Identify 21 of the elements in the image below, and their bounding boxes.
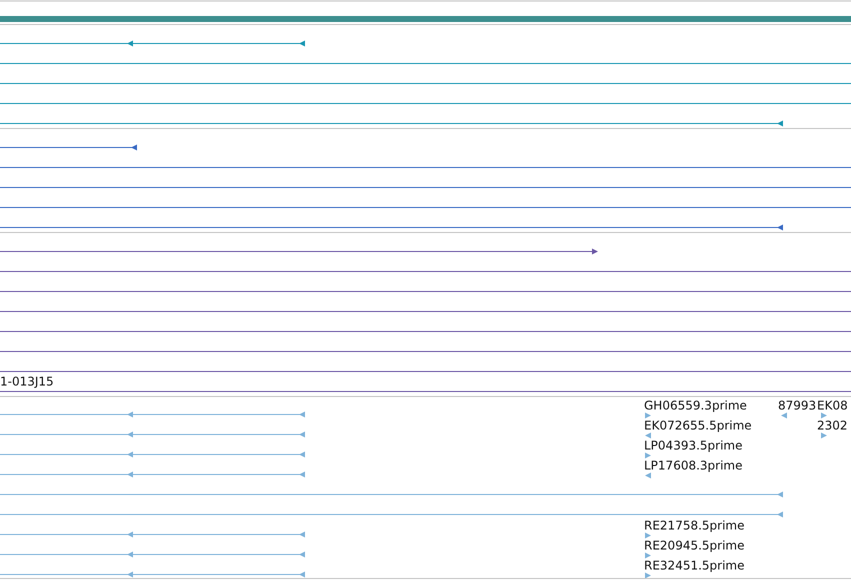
right-arrow-icon	[645, 412, 651, 418]
feature-label: EK072655.5prime	[644, 418, 752, 432]
feature-label: 2302	[817, 418, 848, 432]
feature-label: EK08	[817, 398, 848, 412]
feature-label: LP04393.5prime	[644, 438, 743, 452]
feature-label: 87993	[778, 398, 816, 412]
feature-label: LP17608.3prime	[644, 458, 743, 472]
right-arrow-icon	[645, 452, 651, 458]
right-arrow-icon	[821, 432, 827, 438]
feature-label: RE21758.5prime	[644, 518, 744, 532]
feature-label: GH06559.3prime	[644, 398, 747, 412]
left-arrow-icon	[645, 432, 651, 438]
feature-label: RE20945.5prime	[644, 538, 744, 552]
right-arrow-icon	[645, 552, 651, 558]
left-arrow-icon	[781, 412, 787, 418]
right-arrow-icon	[645, 532, 651, 538]
right-arrow-icon	[821, 412, 827, 418]
feature-label: 1-013J15	[0, 374, 54, 388]
left-arrow-icon	[645, 472, 651, 478]
feature-label: RE32451.5prime	[644, 558, 744, 572]
right-arrow-icon	[645, 572, 651, 578]
